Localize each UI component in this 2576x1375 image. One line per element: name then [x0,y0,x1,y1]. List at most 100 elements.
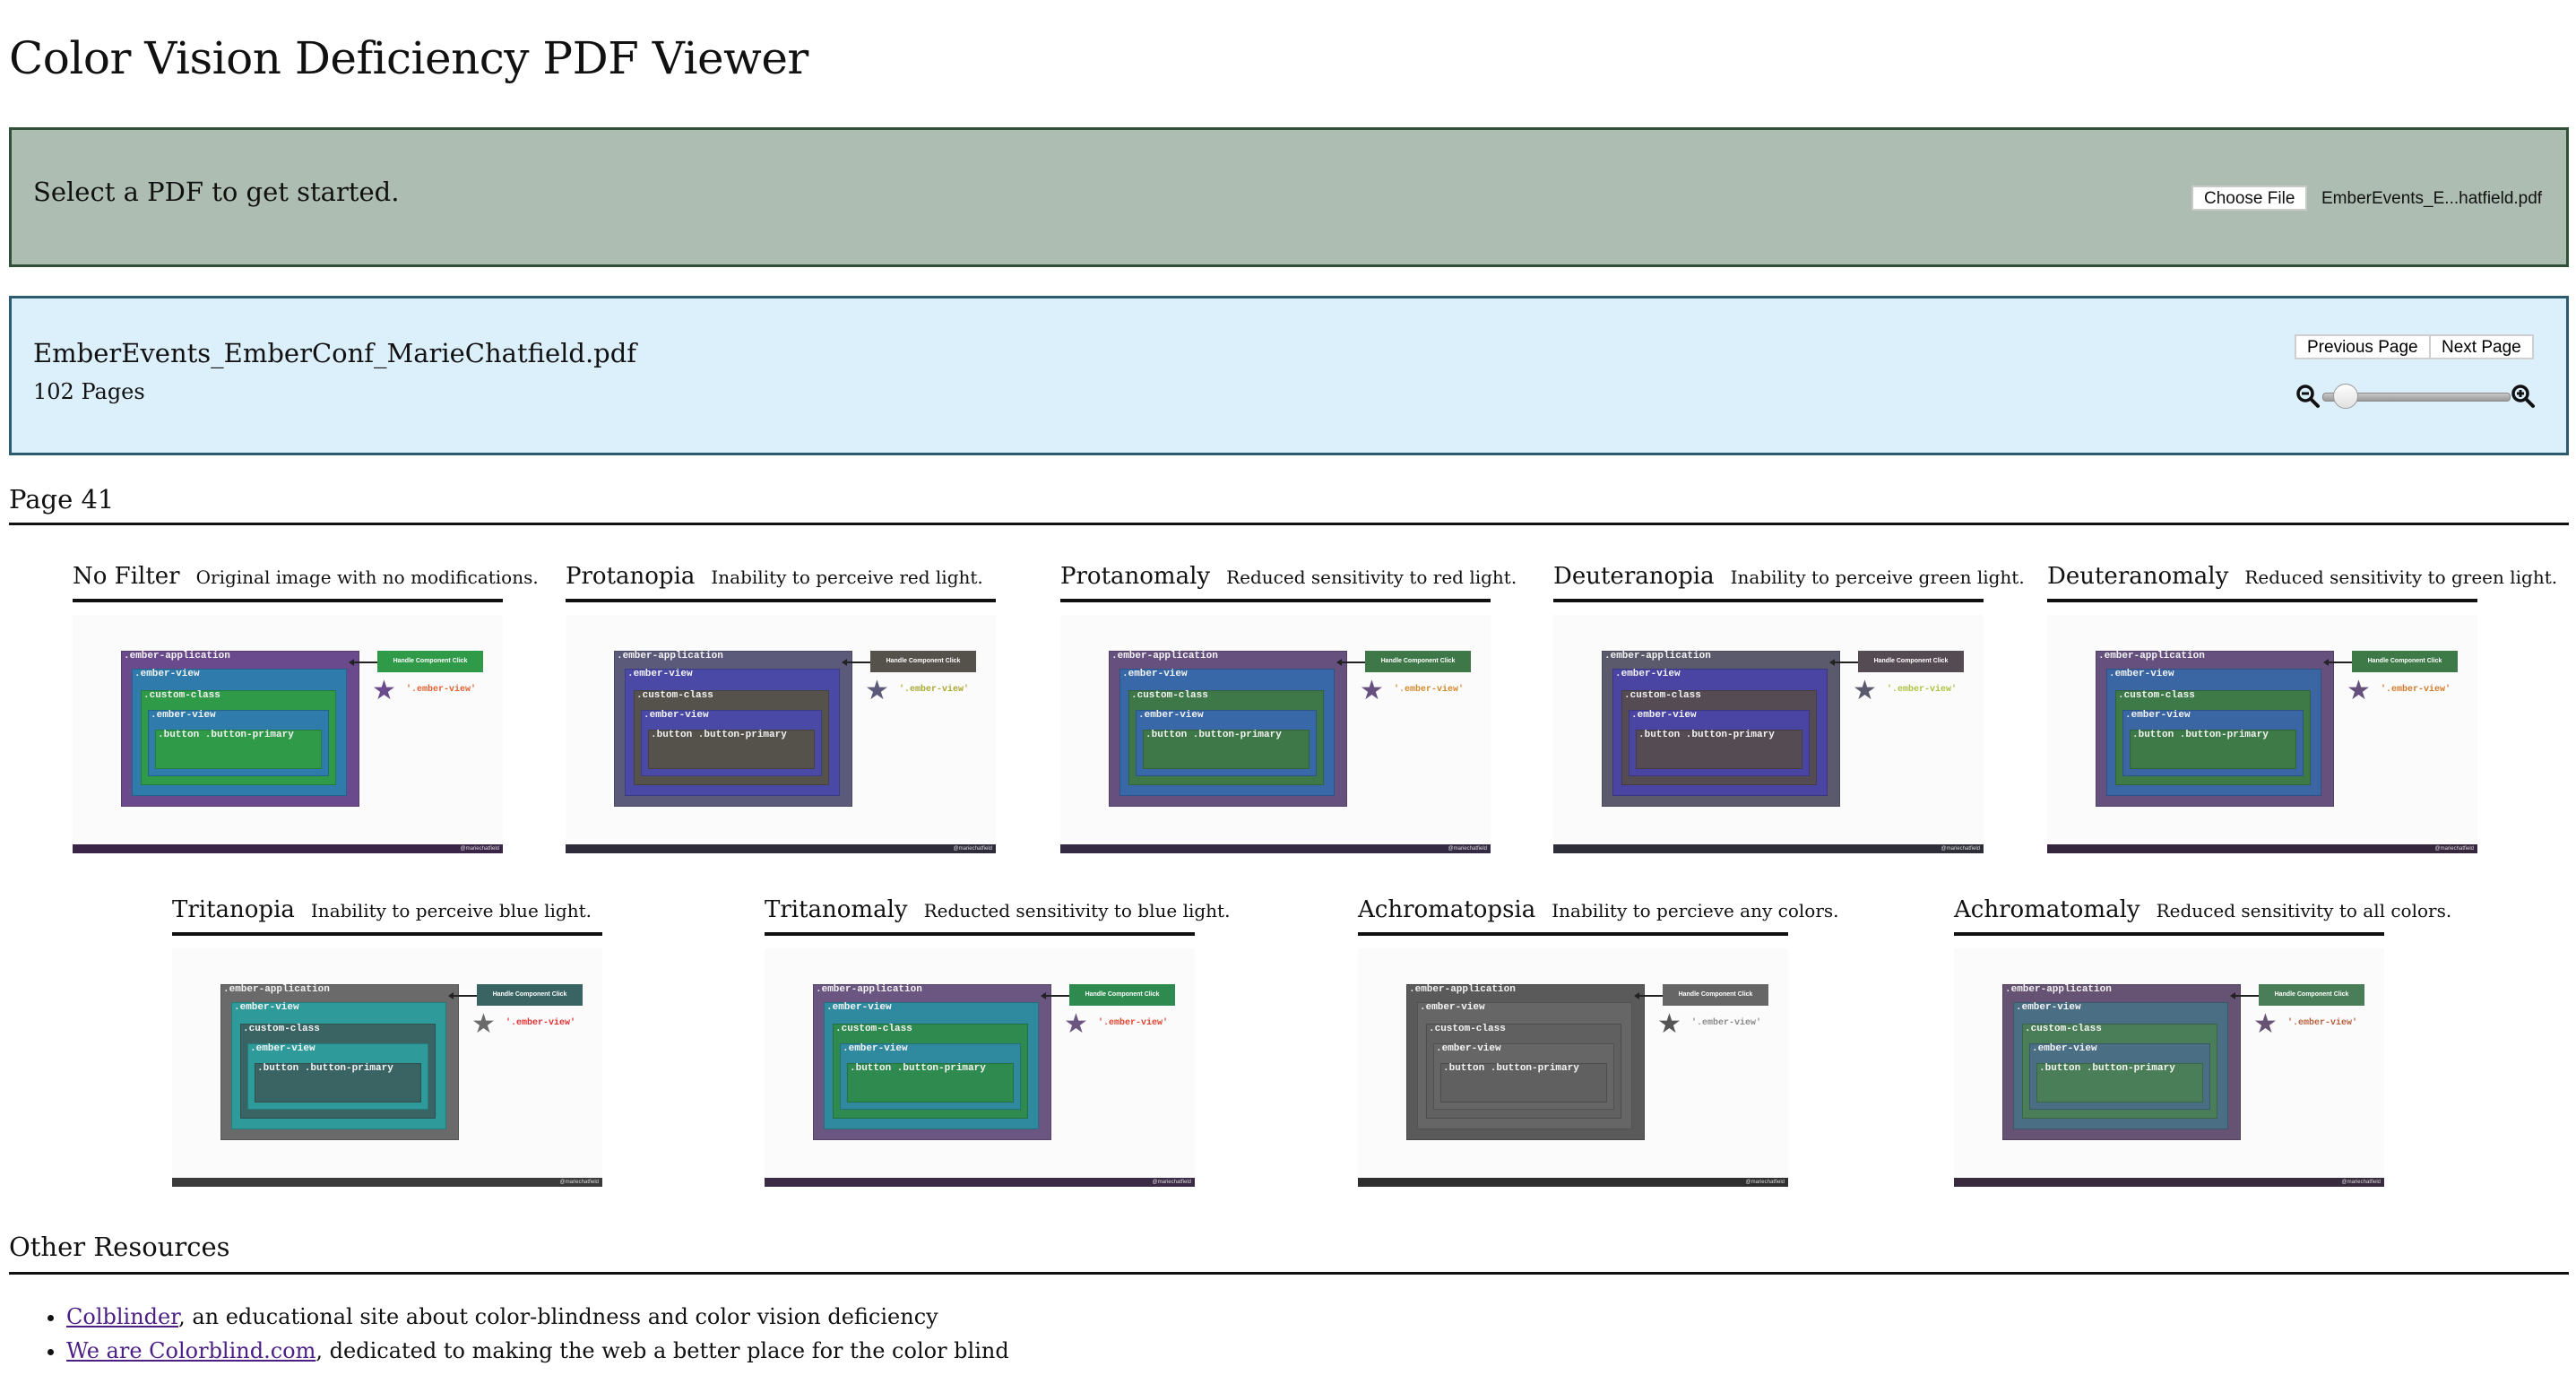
slide-code-text: '.ember-view' [899,685,970,695]
filter-label: Protanopia Inability to perceive red ligh… [566,563,983,590]
filter-description: Reduced sensitivity to all colors. [2156,900,2452,921]
filter-description: Reduced sensitivity to red light. [1226,566,1517,588]
slide-footer-bar: @mariechatfield [566,844,996,853]
resource-link-colblinder[interactable]: Colblinder [66,1304,178,1329]
filter-name: Deuteranomaly [2047,563,2229,590]
star-icon: ★ [1064,1008,1088,1040]
slide-box-custom-class: .custom-class .ember-view .button .butto… [1621,690,1817,785]
filter-underline [1060,599,1491,602]
slide-box-label: .ember-application [617,651,723,662]
page-title: Color Vision Deficiency PDF Viewer [9,32,808,84]
slide-box-label: .ember-application [124,651,230,662]
slide-box-button: .button .button-primary [1440,1063,1607,1103]
slide-box-label: .ember-view [2125,710,2191,721]
slide-box-ember-view: .ember-view .custom-class .ember-view .b… [132,669,347,796]
slide-box-ember-view-inner: .ember-view .button .button-primary [641,710,822,776]
filter-underline [1358,932,1788,936]
zoom-in-icon[interactable] [2510,383,2537,410]
slide-box-label: .custom-class [143,690,220,701]
filter-name: Achromatomaly [1954,896,2140,923]
slide-box-ember-view: .ember-view .custom-class .ember-view .b… [231,1002,446,1129]
slide-box-label: .custom-class [243,1024,320,1034]
slide-box-label: .ember-application [1409,984,1516,995]
slide-box-label: .ember-application [1111,651,1218,662]
arrow-left-icon [1041,992,1069,999]
filter-label: Protanomaly Reduced sensitivity to red li… [1060,563,1517,590]
slide-box-ember-view-inner: .ember-view .button .button-primary [247,1043,428,1110]
star-icon: ★ [1657,1008,1681,1040]
slide-box-label: .ember-view [2032,1043,2097,1054]
slide-preview: .ember-application .ember-view .custom-c… [1553,615,1984,853]
resource-description: , dedicated to making the web a better p… [316,1338,1009,1363]
divider [9,1272,2569,1275]
resources-list: Colblinder, an educational site about co… [36,1300,1009,1368]
slide-box-custom-class: .custom-class .ember-view .button .butto… [634,690,829,785]
slide-box-ember-application: .ember-application .ember-view .custom-c… [614,651,852,807]
slide-code-text: '.ember-view' [406,685,477,695]
slide-preview: .ember-application .ember-view .custom-c… [566,615,996,853]
slide-preview: .ember-application .ember-view .custom-c… [2047,615,2477,853]
zoom-slider-thumb[interactable] [2333,384,2359,409]
slide-box-button: .button .button-primary [255,1063,421,1103]
previous-page-button[interactable]: Previous Page [2295,334,2431,359]
document-name: EmberEvents_EmberConf_MarieChatfield.pdf [33,338,637,368]
slide-credit: @mariechatfield [1448,846,1487,852]
slide-box-custom-class: .custom-class .ember-view .button .butto… [1128,690,1324,785]
zoom-out-icon[interactable] [2295,383,2321,410]
slide-box-custom-class: .custom-class .ember-view .button .butto… [240,1024,436,1119]
resource-link-colorblind[interactable]: We are Colorblind.com [66,1338,316,1363]
filter-description: Reduced sensitivity to green light. [2244,566,2558,588]
resource-item: We are Colorblind.com, dedicated to maki… [66,1334,1009,1368]
zoom-slider[interactable] [2322,384,2511,409]
slide-box-label: .custom-class [1429,1024,1506,1034]
slide-box-label: .custom-class [636,690,713,701]
slide-box-ember-view: .ember-view .custom-class .ember-view .b… [1119,669,1335,796]
filter-underline [2047,599,2477,602]
slide-box-ember-view-inner: .ember-view .button .button-primary [1629,710,1810,776]
slide-credit: @mariechatfield [1152,1180,1191,1185]
filter-underline [1553,599,1984,602]
arrow-left-icon [1634,992,1663,999]
slide-box-label: .ember-view [2109,669,2174,679]
slide-box-label: .ember-view [826,1002,892,1013]
slide-box-label: .button .button-primary [651,730,787,740]
star-icon: ★ [471,1008,496,1040]
filter-description: Inability to perceive green light. [1730,566,2025,588]
choose-file-button[interactable]: Choose File [2191,186,2308,211]
slide-code-text: '.ember-view' [1394,685,1465,695]
slide-box-ember-view: .ember-view .custom-class .ember-view .b… [1612,669,1828,796]
slide-box-label: .button .button-primary [850,1063,986,1074]
filter-underline [172,932,602,936]
slide-box-button: .button .button-primary [155,730,322,769]
star-icon: ★ [1853,675,1877,706]
slide-footer-bar: @mariechatfield [2047,844,2477,853]
filter-description: Inability to percieve any colors. [1552,900,1839,921]
slide-box-ember-view-inner: .ember-view .button .button-primary [840,1043,1021,1110]
slide-box-label: .ember-view [644,710,709,721]
slide-code-text: '.ember-view' [1098,1018,1169,1028]
slide-code-text: '.ember-view' [506,1018,576,1028]
slide-handle-box: Handle Component Click [1858,651,1964,672]
slide-code-text: '.ember-view' [1691,1018,1762,1028]
filter-description: Inability to perceive blue light. [310,900,592,921]
slide-preview: .ember-application .ember-view .custom-c… [73,615,503,853]
slide-box-label: .ember-application [2005,984,2112,995]
divider [9,523,2569,525]
slide-box-label: .ember-view [1436,1043,1501,1054]
star-icon: ★ [372,675,396,706]
filter-label: Achromatomaly Reduced sensitivity to all … [1954,896,2451,923]
document-info-panel: EmberEvents_EmberConf_MarieChatfield.pdf… [9,296,2569,455]
slide-handle-box: Handle Component Click [870,651,976,672]
slide-box-label: .ember-view [1138,710,1204,721]
slide-box-label: .ember-view [234,1002,299,1013]
slide-box-label: .ember-view [627,669,693,679]
arrow-left-icon [1336,659,1365,666]
next-page-button[interactable]: Next Page [2429,334,2534,359]
filter-description: Original image with no modifications. [195,566,539,588]
arrow-left-icon [2323,659,2352,666]
filter-label: Tritanomaly Reducted sensitivity to blue … [765,896,1230,923]
slide-box-label: .ember-view [843,1043,908,1054]
slide-box-label: .ember-view [250,1043,316,1054]
slide-code-text: '.ember-view' [2287,1018,2358,1028]
slide-preview: .ember-application .ember-view .custom-c… [172,948,602,1187]
